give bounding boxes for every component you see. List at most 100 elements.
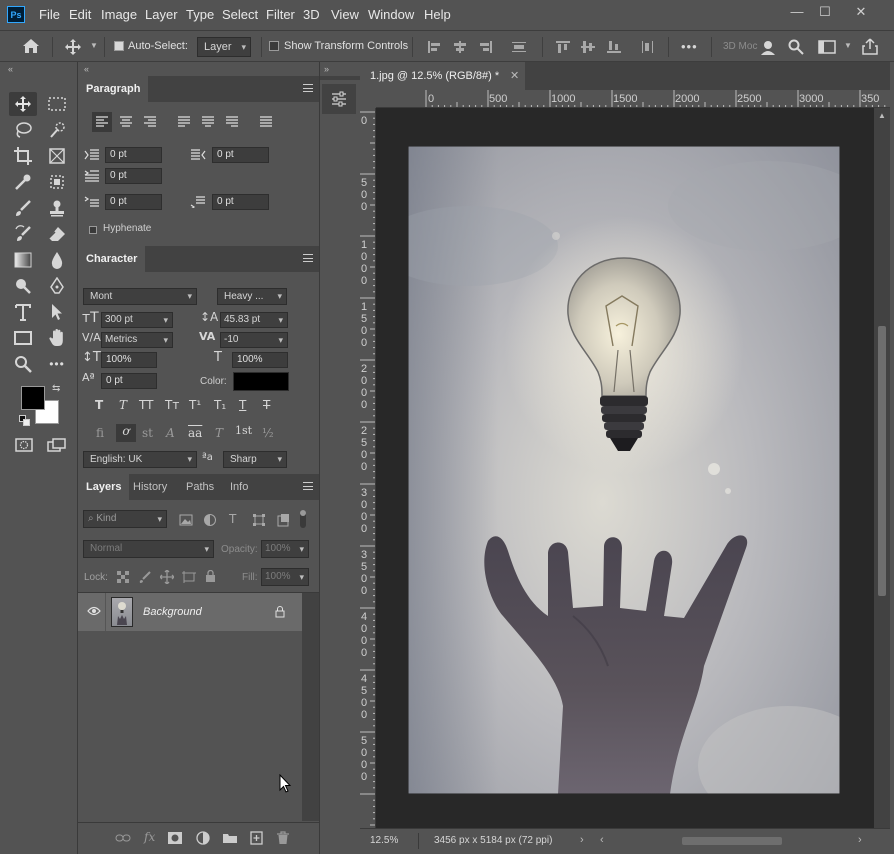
language-dropdown[interactable]: English: UK ▾: [83, 451, 197, 468]
expand-panels-icon[interactable]: »: [324, 64, 329, 74]
lock-transparent-pixels-icon[interactable]: [117, 571, 129, 583]
crop-tool[interactable]: [9, 144, 37, 168]
vertical-scroll-thumb[interactable]: [878, 326, 886, 596]
discretionary-ligatures-button[interactable]: st: [142, 426, 153, 440]
move-tool-options-icon[interactable]: [64, 38, 82, 56]
font-style-dropdown[interactable]: Heavy ... ▾: [217, 288, 287, 305]
strikethrough-button[interactable]: T: [263, 398, 270, 412]
status-menu-chevron-icon[interactable]: ›: [580, 834, 584, 846]
fill-field[interactable]: 100% ▾: [261, 568, 309, 586]
properties-panel-button[interactable]: [322, 84, 356, 114]
tool-preset-chevron-icon[interactable]: ▼: [90, 41, 98, 50]
align-horizontal-centers-icon[interactable]: [453, 41, 467, 53]
horizontal-scale-field[interactable]: 100%: [232, 352, 288, 368]
tab-layers[interactable]: Layers: [78, 474, 130, 500]
zoom-tool[interactable]: [9, 352, 37, 376]
vertical-ruler[interactable]: 0 500 1000 1500 2000 2500 3000 3500 4000 4500 5000: [360, 108, 376, 828]
auto-select-checkbox[interactable]: [114, 40, 124, 52]
horizontal-scroll-thumb[interactable]: [682, 837, 782, 845]
marquee-tool[interactable]: [43, 92, 71, 116]
font-family-dropdown[interactable]: Mont ▾: [83, 288, 197, 305]
superscript-button[interactable]: T¹: [189, 398, 201, 412]
3d-orbit-icon[interactable]: [760, 38, 778, 56]
tab-history[interactable]: History: [125, 474, 175, 500]
scroll-up-icon[interactable]: ▲: [878, 111, 886, 120]
align-text-right-icon[interactable]: [140, 112, 160, 132]
filter-type-icon[interactable]: T: [229, 512, 236, 526]
quick-mask-icon[interactable]: [15, 438, 33, 452]
ruler-origin[interactable]: [360, 90, 376, 108]
baseline-shift-field[interactable]: 0 pt: [101, 373, 157, 389]
tab-paragraph[interactable]: Paragraph: [78, 76, 149, 102]
lock-position-icon[interactable]: [160, 570, 174, 584]
menu-filter[interactable]: Filter: [266, 7, 295, 22]
scroll-right-icon[interactable]: ›: [858, 834, 862, 846]
more-options-button[interactable]: •••: [681, 39, 698, 54]
eye-icon[interactable]: [87, 606, 101, 616]
stylistic-alternates-button[interactable]: aa: [188, 426, 202, 440]
clone-stamp-tool[interactable]: [43, 196, 71, 220]
distribute-horizontal-icon[interactable]: [641, 41, 655, 53]
dodge-tool[interactable]: [9, 274, 37, 298]
indent-right-field[interactable]: 0 pt: [212, 147, 269, 163]
indent-left-field[interactable]: 0 pt: [105, 147, 162, 163]
menu-view[interactable]: View: [331, 7, 359, 22]
underline-button[interactable]: T: [239, 398, 246, 412]
tracking-field[interactable]: -10 ▾: [220, 332, 288, 348]
brush-tool[interactable]: [9, 196, 37, 220]
default-colors-icon[interactable]: [19, 415, 31, 427]
path-selection-tool[interactable]: [43, 300, 71, 324]
close-tab-icon[interactable]: ✕: [510, 62, 519, 90]
opacity-field[interactable]: 100% ▾: [261, 540, 309, 558]
delete-layer-icon[interactable]: [277, 831, 289, 845]
space-after-field[interactable]: 0 pt: [212, 194, 269, 210]
show-transform-checkbox[interactable]: [269, 40, 279, 52]
pen-tool[interactable]: [43, 274, 71, 298]
add-mask-icon[interactable]: [168, 832, 182, 844]
search-icon[interactable]: [788, 39, 804, 55]
swap-colors-icon[interactable]: ⇆: [52, 383, 60, 394]
new-adjustment-layer-icon[interactable]: [196, 831, 210, 845]
tab-paths[interactable]: Paths: [178, 474, 222, 500]
filter-smart-object-icon[interactable]: [276, 513, 290, 527]
align-text-left-icon[interactable]: [92, 112, 112, 132]
all-caps-button[interactable]: TT: [139, 398, 153, 412]
collapse-panels-icon[interactable]: «: [84, 64, 89, 74]
gradient-tool[interactable]: [9, 248, 37, 272]
workspace-icon[interactable]: [818, 40, 836, 54]
swash-button[interactable]: A: [166, 426, 175, 440]
horizontal-ruler[interactable]: 0 500 1000 1500 2000 2500 3000 350: [376, 90, 890, 108]
layer-filter-dropdown[interactable]: ⌕ Kind ▾: [83, 510, 167, 528]
rectangle-tool[interactable]: [9, 326, 37, 350]
align-right-edges-icon[interactable]: [478, 41, 492, 53]
history-brush-tool[interactable]: [9, 222, 37, 246]
tab-info[interactable]: Info: [222, 474, 256, 500]
subscript-button[interactable]: T₁: [214, 398, 226, 412]
menu-file[interactable]: File: [39, 7, 60, 22]
ligatures-button[interactable]: fi: [96, 426, 104, 440]
align-left-edges-icon[interactable]: [428, 41, 442, 53]
scroll-left-icon[interactable]: ‹: [600, 834, 604, 846]
screen-mode-icon[interactable]: [47, 438, 67, 452]
menu-window[interactable]: Window: [368, 7, 414, 22]
text-color-swatch[interactable]: [233, 372, 289, 391]
hyphenate-checkbox[interactable]: [89, 224, 97, 236]
blend-mode-dropdown[interactable]: Normal ▾: [83, 540, 214, 558]
vertical-scrollbar[interactable]: ▲: [874, 108, 890, 828]
font-size-field[interactable]: 300 pt ▾: [101, 312, 173, 328]
align-bottom-edges-icon[interactable]: [607, 41, 621, 53]
lock-all-icon[interactable]: [205, 570, 216, 583]
tab-character[interactable]: Character: [78, 246, 146, 272]
hand-tool[interactable]: [43, 326, 71, 350]
canvas-pasteboard[interactable]: [376, 108, 874, 828]
layers-panel-menu-icon[interactable]: [303, 482, 313, 490]
foreground-color-swatch[interactable]: [21, 386, 45, 410]
space-before-field[interactable]: 0 pt: [105, 194, 162, 210]
share-icon[interactable]: [862, 38, 878, 56]
close-button[interactable]: ✕: [846, 3, 876, 21]
eraser-tool[interactable]: [43, 222, 71, 246]
menu-layer[interactable]: Layer: [145, 7, 178, 22]
titling-alternates-button[interactable]: T: [215, 426, 223, 440]
fractions-button[interactable]: ½: [262, 426, 274, 440]
document-tab[interactable]: 1.jpg @ 12.5% (RGB/8#) * ✕: [360, 62, 525, 90]
